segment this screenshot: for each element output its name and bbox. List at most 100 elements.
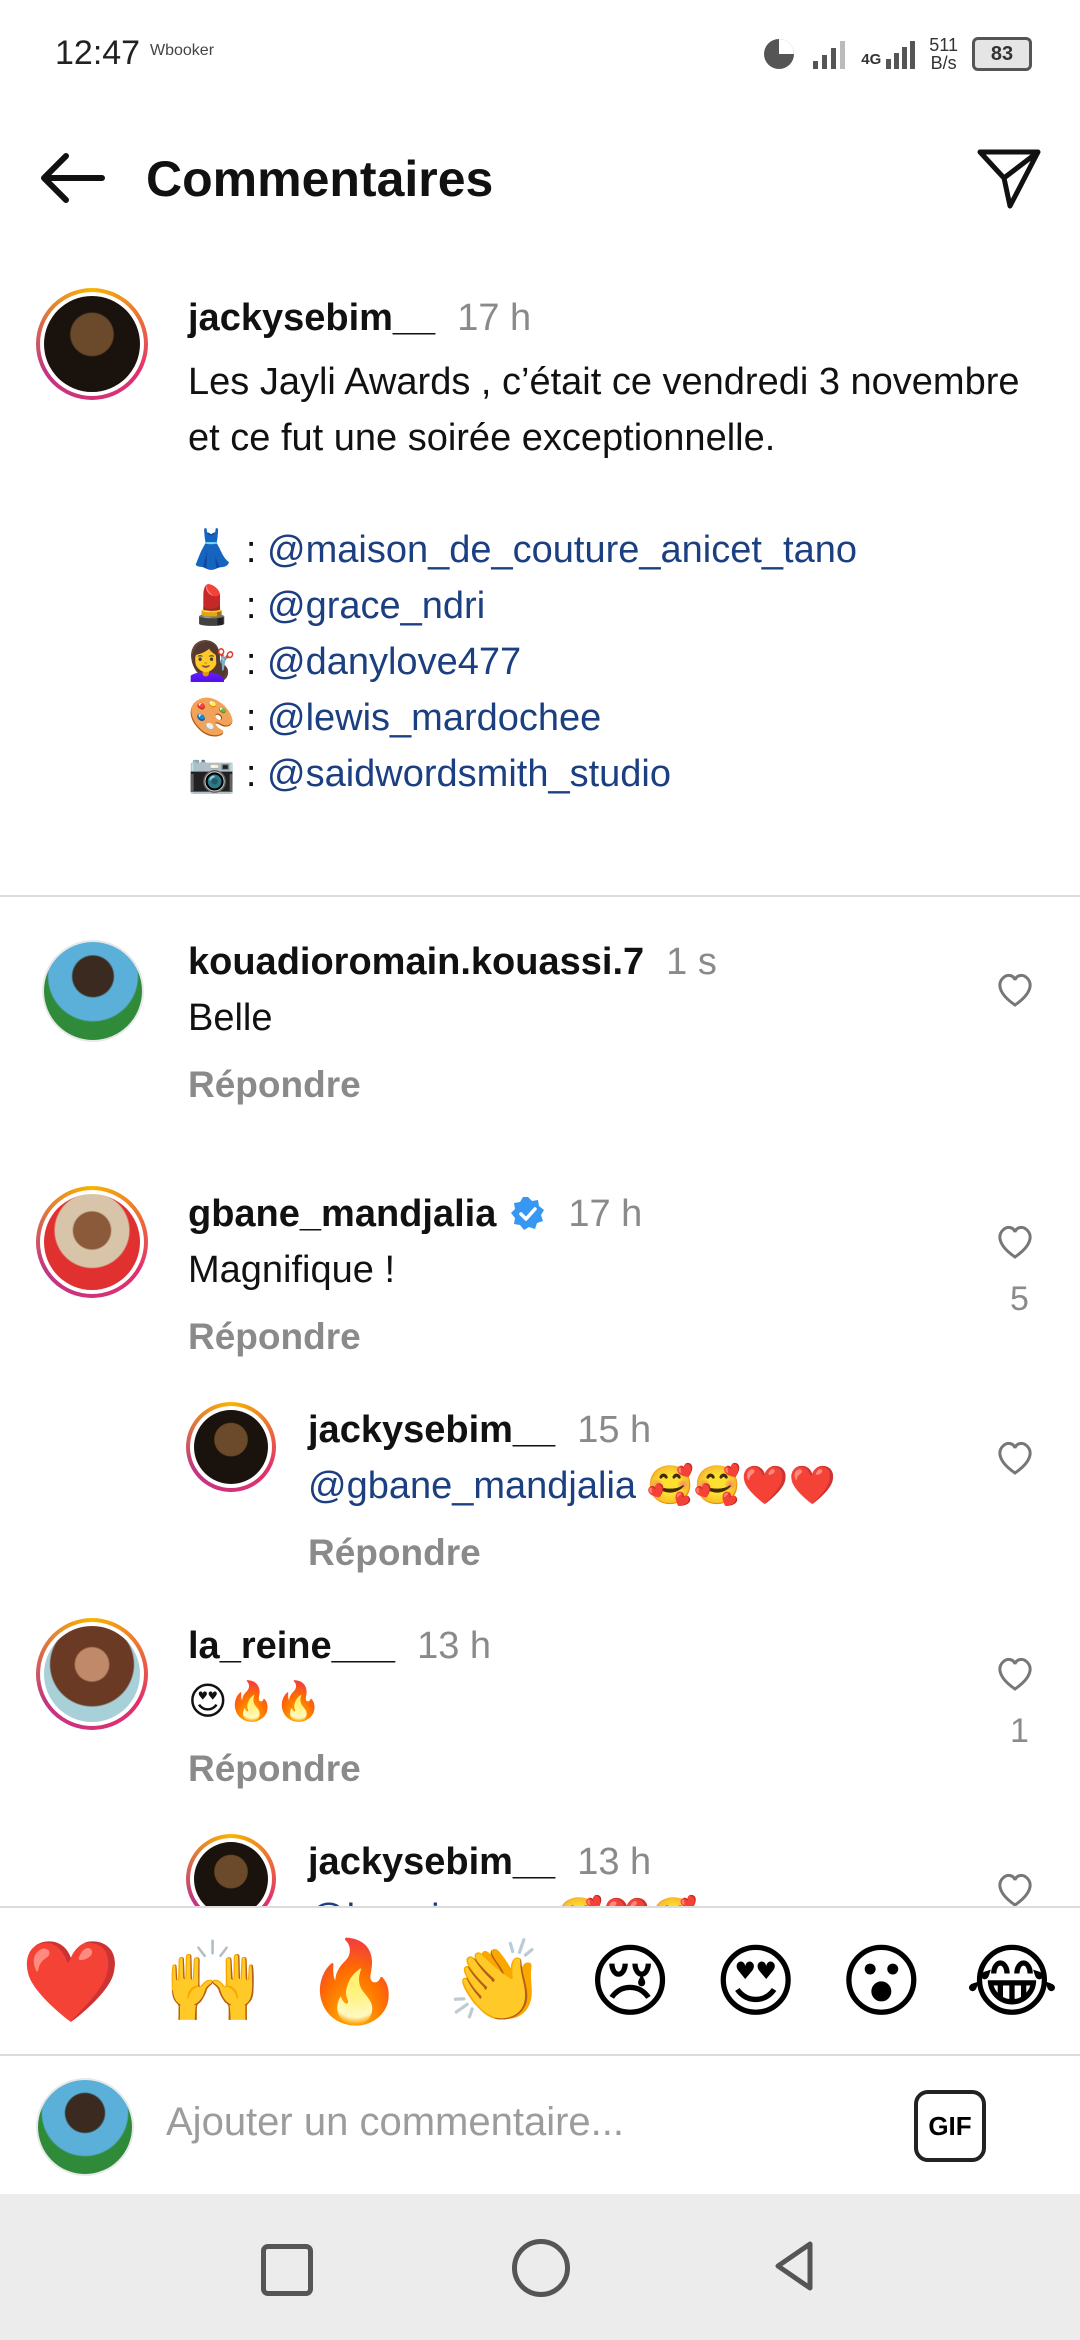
caption-text: Les Jayli Awards , c’était ce vendredi 3… (188, 361, 1020, 459)
caption: jackysebim__ 17 h Les Jayli Awards , c’ét… (188, 290, 1048, 802)
comment-username[interactable]: jackysebim__ (308, 1409, 555, 1451)
comment-username[interactable]: la_reine___ (188, 1625, 395, 1667)
reaction-heart-eyes[interactable]: 😍 (714, 1937, 797, 2027)
caption-username[interactable]: jackysebim__ (188, 297, 435, 339)
status-icons: 4G 511 B/s 83 (761, 28, 1032, 80)
credit-separator: : (235, 529, 268, 571)
credit-separator: : (235, 585, 268, 627)
comment-input[interactable]: Ajouter un commentaire... (166, 2100, 624, 2145)
page-title: Commentaires (146, 151, 494, 207)
credit-mention[interactable]: @maison_de_couture_anicet_tano (267, 529, 857, 571)
quick-reactions-bar: ❤️ 🙌 🔥 👏 😢 😍 😮 😂 (0, 1906, 1080, 2056)
reply-button[interactable]: Répondre (188, 1748, 361, 1790)
credit-line: 💄 : @grace_ndri (188, 578, 1048, 634)
reaction-heart[interactable]: ❤️ (21, 1937, 121, 2027)
paper-plane-icon[interactable] (974, 142, 1044, 212)
credit-line: 🎨 : @lewis_mardochee (188, 690, 1048, 746)
reaction-sad[interactable]: 😢 (588, 1937, 671, 2027)
heart-icon[interactable] (995, 970, 1035, 1010)
reaction-surprised[interactable]: 😮 (840, 1937, 923, 2027)
comment-header: la_reine___ 13 h (188, 1618, 491, 1682)
avatar-image (38, 2080, 132, 2174)
avatar[interactable] (186, 1402, 276, 1492)
avatar-image (44, 1194, 140, 1290)
status-bar: 12:47 Wbooker 4G 511 B/s 83 (0, 0, 1080, 110)
comment-composer: Ajouter un commentaire... GIF (0, 2054, 1080, 2196)
avatar (36, 2078, 134, 2176)
reaction-laugh[interactable]: 😂 (965, 1937, 1058, 2027)
comment-time: 17 h (568, 1193, 643, 1235)
caption-time: 17 h (457, 297, 532, 339)
heart-icon[interactable] (995, 1870, 1035, 1910)
comment-text: @gbane_mandjalia 🥰🥰❤️❤️ (308, 1458, 836, 1514)
reaction-raised-hands[interactable]: 🙌 (163, 1937, 263, 2027)
heart-icon[interactable] (995, 1654, 1035, 1694)
comment-username[interactable]: kouadioromain.kouassi.7 (188, 941, 644, 983)
comment-username[interactable]: gbane_mandjalia (188, 1186, 496, 1242)
speed-value: 511 (929, 35, 958, 55)
reaction-clap[interactable]: 👏 (447, 1937, 547, 2027)
status-app-logo: Wbooker (150, 42, 215, 59)
comment-time: 1 s (666, 941, 717, 983)
comment-header: jackysebim__ 15 h (308, 1402, 651, 1466)
gif-button[interactable]: GIF (914, 2090, 986, 2162)
reply-button[interactable]: Répondre (188, 1316, 361, 1358)
credit-mention[interactable]: @grace_ndri (267, 585, 485, 627)
credit-line: 👗 : @maison_de_couture_anicet_tano (188, 522, 1048, 578)
speed-unit: B/s (930, 53, 957, 73)
comment-time: 13 h (417, 1625, 492, 1667)
reply-button[interactable]: Répondre (308, 1532, 481, 1574)
home-icon[interactable] (512, 2239, 570, 2297)
comment-header: gbane_mandjalia 17 h (188, 1186, 642, 1242)
recents-icon[interactable] (261, 2244, 313, 2296)
comment-username[interactable]: jackysebim__ (308, 1841, 555, 1883)
network-indicator: 4G (861, 39, 916, 69)
heart-icon[interactable] (995, 1222, 1035, 1262)
verified-badge-icon (511, 1197, 545, 1230)
avatar-image (194, 1410, 268, 1484)
credit-mention[interactable]: @lewis_mardochee (267, 697, 601, 739)
battery-indicator: 83 (972, 37, 1032, 71)
reply-button[interactable]: Répondre (188, 1064, 361, 1106)
avatar[interactable] (36, 1618, 148, 1730)
credit-separator: : (235, 697, 268, 739)
credit-emoji: 💄 (188, 585, 236, 627)
avatar-image (44, 942, 142, 1040)
credit-separator: : (235, 641, 268, 683)
avatar-image (194, 1842, 268, 1916)
heart-icon[interactable] (995, 1438, 1035, 1478)
like-count: 1 (1010, 1712, 1029, 1750)
network-speed: 511 B/s (929, 36, 958, 72)
credit-mention[interactable]: @saidwordsmith_studio (267, 753, 671, 795)
avatar[interactable] (42, 940, 144, 1042)
data-saver-icon (764, 39, 795, 69)
reaction-fire[interactable]: 🔥 (305, 1937, 405, 2027)
status-time: 12:47 (55, 34, 141, 72)
system-nav-bar (0, 2194, 1080, 2340)
avatar[interactable] (36, 1186, 148, 1298)
network-type: 4G (861, 51, 882, 68)
credit-line: 💇‍♀️ : @danylove477 (188, 634, 1048, 690)
like-count: 5 (1010, 1280, 1029, 1318)
comment-emojis: 🥰🥰❤️❤️ (636, 1465, 836, 1507)
comment-header: jackysebim__ 13 h (308, 1834, 651, 1898)
comment-text: Belle (188, 997, 273, 1039)
credit-emoji: 💇‍♀️ (188, 641, 236, 683)
arrow-left-icon[interactable] (36, 148, 108, 208)
credit-line: 📷 : @saidwordsmith_studio (188, 746, 1048, 802)
avatar-image (44, 296, 140, 392)
credit-emoji: 👗 (188, 529, 236, 571)
back-triangle-icon[interactable] (766, 2236, 826, 2296)
credit-emoji: 🎨 (188, 697, 236, 739)
comment-text: 😍🔥🔥 (188, 1681, 323, 1723)
avatar[interactable] (36, 288, 148, 400)
comment-text: Magnifique ! (188, 1249, 396, 1291)
credit-emoji: 📷 (188, 753, 236, 795)
signal-icon (886, 41, 916, 69)
credit-separator: : (235, 753, 268, 795)
comment-mention[interactable]: @gbane_mandjalia (308, 1465, 636, 1507)
comment-header: kouadioromain.kouassi.7 1 s (188, 934, 717, 998)
comment-time: 13 h (577, 1841, 652, 1883)
divider (0, 895, 1080, 897)
credit-mention[interactable]: @danylove477 (267, 641, 521, 683)
